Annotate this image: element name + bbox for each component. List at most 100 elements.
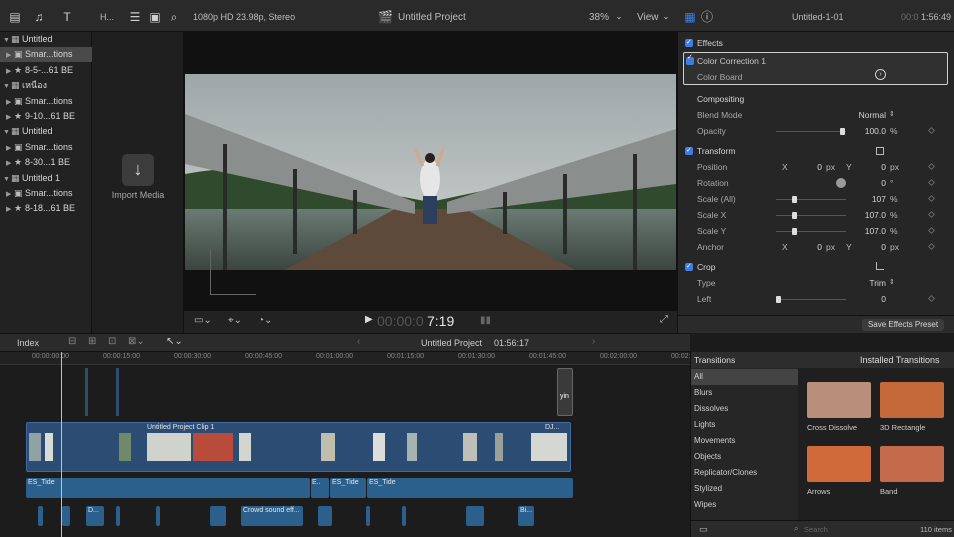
keyframe-icon[interactable] <box>927 194 936 203</box>
sfx-clip[interactable] <box>318 506 332 526</box>
titles-icon[interactable]: T <box>60 10 74 24</box>
audio-clip[interactable]: ES_Tide <box>367 478 573 498</box>
keyframe-icon[interactable] <box>927 226 936 235</box>
primary-storyline[interactable]: Untitled Project Clip 1 DJ... <box>26 422 571 472</box>
connect-clip-icon[interactable]: ⊟ <box>68 336 76 347</box>
playhead[interactable] <box>61 352 62 537</box>
view-menu[interactable]: View <box>637 12 659 23</box>
sfx-clip[interactable]: D... <box>86 506 104 526</box>
transition-thumbnail[interactable] <box>807 382 871 418</box>
import-media-button[interactable]: ↓ <box>122 154 154 186</box>
crop-checkbox[interactable] <box>685 259 693 275</box>
color-correction-effect[interactable]: Color Correction 1 Color Board › <box>683 52 948 85</box>
transform-tool-icon[interactable]: ⌖⌄ <box>228 315 242 326</box>
audio-clip[interactable]: ES_Tide <box>26 478 310 498</box>
crop-left-value[interactable]: 0 <box>866 291 886 307</box>
scale-all-slider-knob[interactable] <box>792 196 797 203</box>
disclosure-open-icon[interactable]: ▼ <box>3 125 11 140</box>
rotation-dial[interactable] <box>836 178 846 188</box>
append-clip-icon[interactable]: ⊡ <box>108 336 116 347</box>
library-item[interactable]: ▼▦ เหนือง <box>0 78 92 93</box>
back-arrow-icon[interactable]: ‹ <box>357 336 360 347</box>
transform-checkbox[interactable] <box>685 143 693 159</box>
scale-x-slider-track[interactable] <box>776 215 846 216</box>
sfx-clip[interactable] <box>466 506 484 526</box>
disclosure-closed-icon[interactable]: ▶ <box>6 141 14 156</box>
save-effects-preset-button[interactable]: Save Effects Preset <box>862 319 944 331</box>
title-clip[interactable]: yin <box>557 368 573 416</box>
scale-y-slider-knob[interactable] <box>792 228 797 235</box>
sfx-clip[interactable] <box>156 506 160 526</box>
info-icon[interactable]: ⓘ <box>700 10 714 24</box>
position-x-value[interactable]: 0 <box>802 159 822 175</box>
photos-audio-icon[interactable]: ♫ <box>32 10 46 24</box>
scale-y-value[interactable]: 107.0 <box>850 223 886 239</box>
transition-category-wipes[interactable]: Wipes <box>691 497 799 513</box>
crop-left-slider-track[interactable] <box>776 299 846 300</box>
timeline-ruler[interactable]: 00:00:00:00 00:00:15:00 00:00:30:00 00:00:4… <box>0 352 690 365</box>
search-icon[interactable]: ⌕ <box>167 10 181 24</box>
blend-mode-value[interactable]: Normal <box>846 107 886 123</box>
position-y-value[interactable]: 0 <box>866 159 886 175</box>
library-event-item[interactable]: ▶ ★ 9-10...61 BE <box>0 109 92 124</box>
installed-transitions-label[interactable]: Installed Transitions <box>860 355 940 365</box>
transition-thumbnail[interactable] <box>807 446 871 482</box>
crop-onscreen-icon[interactable] <box>876 262 884 270</box>
keyframe-icon[interactable] <box>927 210 936 219</box>
transition-category-objects[interactable]: Objects <box>691 449 799 465</box>
color-correction-checkbox[interactable] <box>686 53 694 65</box>
disclosure-closed-icon[interactable]: ▶ <box>6 110 14 125</box>
disclosure-closed-icon[interactable]: ▶ <box>6 156 14 171</box>
sfx-clip[interactable]: Crowd sound eff... <box>241 506 303 526</box>
timeline[interactable]: 00:00:00:00 00:00:15:00 00:00:30:00 00:00:4… <box>0 352 690 537</box>
scale-x-slider-knob[interactable] <box>792 212 797 219</box>
disclosure-closed-icon[interactable]: ▶ <box>6 202 14 217</box>
library-icon[interactable]: ▤ <box>8 10 22 24</box>
browser-settings-label[interactable]: H... <box>100 12 114 22</box>
library-item[interactable]: ▼▦ Untitled <box>0 124 92 139</box>
library-event-item[interactable]: ▶ ▣ Smar...tions <box>0 186 92 201</box>
library-event-item[interactable]: ▶ ▣ Smar...tions <box>0 140 92 155</box>
view-options-icon[interactable]: ▭⌄ <box>194 315 212 326</box>
play-icon[interactable]: ▶ <box>365 314 373 325</box>
scale-x-value[interactable]: 107.0 <box>850 207 886 223</box>
effects-checkbox[interactable] <box>685 35 693 51</box>
updown-icon[interactable]: ⇕ <box>889 107 895 123</box>
transition-category-replicator-clones[interactable]: Replicator/Clones <box>691 465 799 481</box>
search-input[interactable]: Search <box>804 525 828 534</box>
library-event-item[interactable]: ▶ ▣ Smar...tions <box>0 47 92 63</box>
zoom-level[interactable]: 38% <box>589 12 609 23</box>
scale-y-slider-track[interactable] <box>776 231 846 232</box>
crop-type-value[interactable]: Trim <box>846 275 886 291</box>
scale-all-slider-track[interactable] <box>776 199 846 200</box>
sfx-clip[interactable] <box>366 506 370 526</box>
transition-category-all[interactable]: All <box>691 369 799 385</box>
disclosure-closed-icon[interactable]: ▶ <box>6 187 14 202</box>
sfx-clip[interactable] <box>116 506 120 526</box>
index-button[interactable]: Index <box>17 338 39 348</box>
video-inspector-icon[interactable]: ▦ <box>683 10 697 24</box>
keyframe-icon[interactable] <box>927 242 936 251</box>
transition-category-lights[interactable]: Lights <box>691 417 799 433</box>
updown-icon[interactable]: ⇕ <box>889 275 895 291</box>
overwrite-clip-icon[interactable]: ⊠⌄ <box>128 336 145 347</box>
chevron-down-icon[interactable]: ⌄ <box>612 10 626 24</box>
library-event-item[interactable]: ▶ ★ 8-30...1 BE <box>0 155 92 170</box>
disclosure-open-icon[interactable]: ▼ <box>3 79 11 94</box>
audio-clip[interactable]: E.. <box>311 478 329 498</box>
transition-category-movements[interactable]: Movements <box>691 433 799 449</box>
library-item[interactable]: ▼▦ Untitled <box>0 32 92 47</box>
sfx-clip[interactable]: Bi... <box>518 506 534 526</box>
disclosure-closed-icon[interactable]: ▶ <box>6 48 14 63</box>
fullscreen-icon[interactable]: ⤢ <box>660 314 668 325</box>
anchor-y-value[interactable]: 0 <box>866 239 886 255</box>
scale-all-value[interactable]: 107 <box>850 191 886 207</box>
library-event-item[interactable]: ▶ ★ 8-5-...61 BE <box>0 63 92 78</box>
library-event-item[interactable]: ▶ ★ 8-18...61 BE <box>0 201 92 216</box>
anchor-x-value[interactable]: 0 <box>802 239 822 255</box>
keyframe-icon[interactable] <box>927 294 936 303</box>
sfx-clip[interactable] <box>210 506 226 526</box>
opacity-value[interactable]: 100.0 <box>850 123 886 139</box>
transform-onscreen-icon[interactable] <box>876 147 884 155</box>
chevron-down-icon[interactable]: ⌄ <box>659 10 673 24</box>
